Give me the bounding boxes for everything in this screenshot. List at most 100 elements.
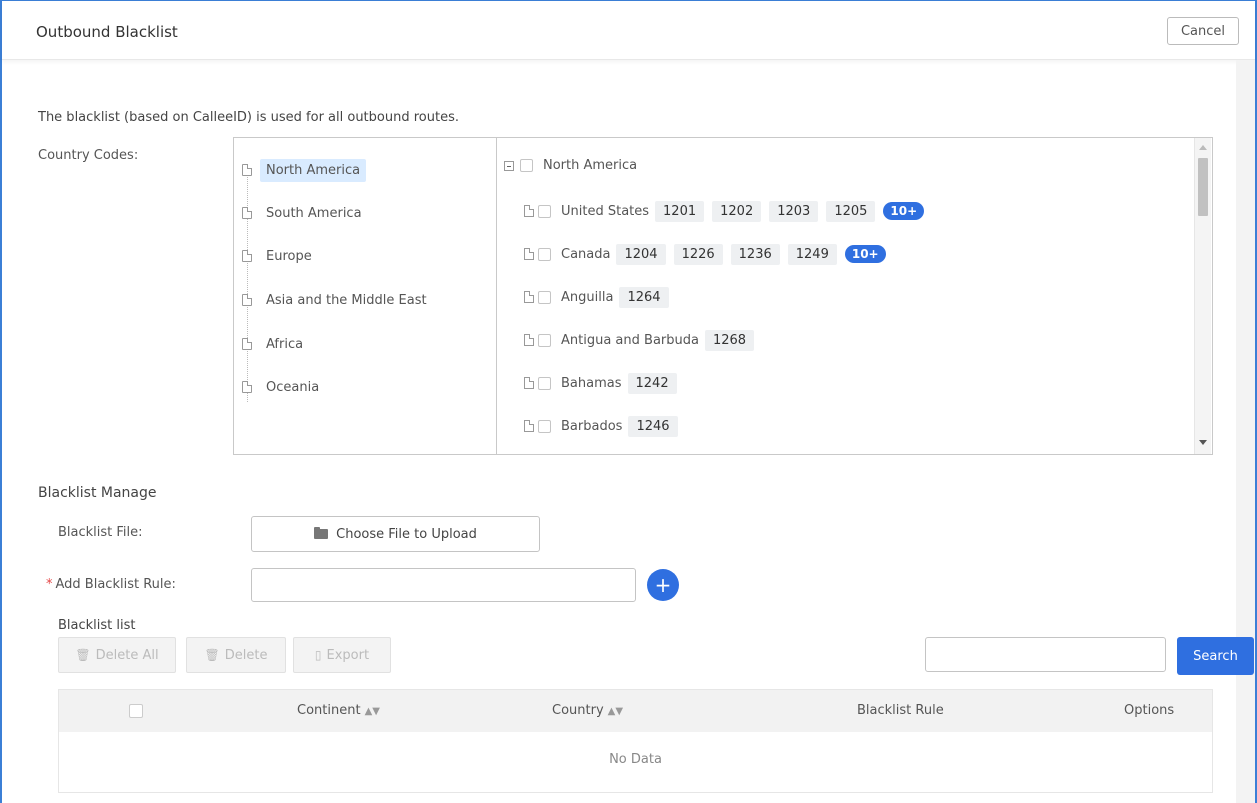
- folder-icon: [314, 527, 329, 539]
- country-checkbox[interactable]: [538, 419, 551, 433]
- code-tag: 1249: [787, 243, 837, 265]
- continent-item-oceania[interactable]: Oceania: [242, 370, 325, 404]
- table-header: Continent ▲▼ Country ▲▼ Blacklist Rule Opt…: [59, 690, 1212, 732]
- code-tag: 1201: [655, 200, 705, 222]
- blacklist-list-label: Blacklist list: [58, 618, 136, 633]
- column-label: Continent: [297, 703, 361, 718]
- country-checkbox[interactable]: [538, 247, 551, 261]
- delete-label: Delete: [224, 647, 268, 663]
- required-mark: *: [46, 577, 53, 592]
- column-options: Options: [1124, 703, 1175, 718]
- delete-all-label: Delete All: [95, 647, 159, 663]
- country-codes-tree: North America South America Europe Asia …: [233, 137, 1213, 455]
- continent-label: Africa: [266, 336, 304, 352]
- country-row-antigua-and-barbuda: Antigua and Barbuda 1268: [524, 327, 762, 353]
- country-name: Antigua and Barbuda: [561, 332, 699, 348]
- tree-root-label: North America: [543, 158, 638, 173]
- search-input[interactable]: [925, 637, 1166, 672]
- dialog-header: Outbound Blacklist Cancel: [2, 1, 1255, 60]
- country-name: Anguilla: [561, 289, 614, 305]
- file-icon: [242, 381, 252, 393]
- add-rule-button[interactable]: +: [647, 569, 679, 601]
- column-country[interactable]: Country ▲▼: [552, 703, 623, 718]
- more-codes-badge[interactable]: 10+: [883, 202, 925, 220]
- choose-file-button[interactable]: Choose File to Upload: [251, 516, 540, 552]
- sort-icon[interactable]: ▲▼: [365, 706, 380, 717]
- page-scroll-track[interactable]: [1236, 60, 1255, 803]
- continent-item-asia[interactable]: Asia and the Middle East: [242, 283, 433, 317]
- continent-label: Asia and the Middle East: [266, 292, 427, 308]
- country-checkbox[interactable]: [538, 204, 551, 218]
- file-icon: [242, 164, 252, 176]
- delete-button[interactable]: 🗑 Delete: [186, 637, 286, 673]
- file-icon: [242, 250, 252, 262]
- country-row-bahamas: Bahamas 1242: [524, 370, 685, 396]
- scroll-up-arrow-icon[interactable]: [1199, 145, 1207, 150]
- search-button[interactable]: Search: [1177, 637, 1254, 675]
- export-button[interactable]: ▯ Export: [293, 637, 391, 673]
- country-row-united-states: United States 1201 1202 1203 1205 10+: [524, 198, 925, 224]
- collapse-icon[interactable]: [504, 160, 514, 171]
- file-icon: [524, 291, 534, 303]
- code-tag: 1236: [730, 243, 780, 265]
- country-row-canada: Canada 1204 1226 1236 1249 10+: [524, 241, 886, 267]
- country-name: United States: [561, 203, 650, 219]
- dialog-title: Outbound Blacklist: [36, 23, 178, 41]
- code-tag: 1226: [673, 243, 723, 265]
- continent-label: South America: [266, 205, 362, 221]
- select-all-checkbox[interactable]: [520, 159, 533, 172]
- continent-list: North America South America Europe Asia …: [234, 138, 497, 454]
- code-tag: 1205: [826, 200, 876, 222]
- sort-icon[interactable]: ▲▼: [608, 706, 623, 717]
- choose-file-label: Choose File to Upload: [336, 526, 477, 542]
- blacklist-manage-title: Blacklist Manage: [38, 485, 157, 501]
- country-checkbox[interactable]: [538, 290, 551, 304]
- file-icon: [524, 334, 534, 346]
- file-icon: [524, 420, 534, 432]
- blacklist-description: The blacklist (based on CalleeID) is use…: [38, 110, 459, 125]
- code-tag: 1202: [712, 200, 762, 222]
- file-icon: [524, 248, 534, 260]
- code-tag: 1203: [769, 200, 819, 222]
- delete-all-button[interactable]: 🗑 Delete All: [58, 637, 176, 673]
- code-tag: 1268: [704, 329, 755, 351]
- country-checkbox[interactable]: [538, 376, 551, 390]
- cancel-button[interactable]: Cancel: [1167, 17, 1239, 45]
- country-tree: North America United States 1201 1202 12…: [496, 138, 1212, 454]
- code-tag: 1204: [616, 243, 666, 265]
- continent-label: Europe: [266, 248, 312, 264]
- blacklist-rule-input[interactable]: [251, 568, 636, 602]
- file-icon: [242, 207, 252, 219]
- country-name: Canada: [561, 246, 611, 262]
- more-codes-badge[interactable]: 10+: [844, 245, 886, 263]
- tree-scrollbar[interactable]: [1194, 138, 1211, 454]
- frame-left-border: [0, 0, 2, 803]
- continent-item-south-america[interactable]: South America: [242, 196, 368, 230]
- file-icon: [524, 377, 534, 389]
- add-blacklist-rule-label: * Add Blacklist Rule:: [46, 577, 176, 592]
- column-blacklist-rule: Blacklist Rule: [857, 703, 944, 718]
- continent-item-europe[interactable]: Europe: [242, 239, 318, 273]
- country-row-barbados: Barbados 1246: [524, 413, 686, 439]
- scroll-thumb[interactable]: [1198, 158, 1208, 216]
- code-tag: 1242: [627, 372, 677, 394]
- continent-label: Oceania: [266, 379, 320, 395]
- code-tag: 1246: [628, 415, 678, 437]
- country-checkbox[interactable]: [538, 333, 551, 347]
- trash-icon: 🗑: [75, 648, 91, 662]
- file-icon: [242, 338, 252, 350]
- rule-label-text: Add Blacklist Rule:: [55, 577, 176, 592]
- select-all-rows-checkbox[interactable]: [129, 704, 143, 718]
- tree-root-north-america: North America: [504, 158, 637, 173]
- continent-item-africa[interactable]: Africa: [242, 327, 309, 361]
- continent-item-north-america[interactable]: North America: [242, 153, 367, 187]
- scroll-down-arrow-icon[interactable]: [1199, 440, 1207, 445]
- country-name: Barbados: [561, 418, 623, 434]
- blacklist-table: Continent ▲▼ Country ▲▼ Blacklist Rule Opt…: [58, 689, 1213, 793]
- country-row-anguilla: Anguilla 1264: [524, 284, 677, 310]
- column-label: Country: [552, 703, 604, 718]
- file-icon: [524, 205, 534, 217]
- trash-icon: 🗑: [204, 648, 220, 662]
- blacklist-file-label: Blacklist File:: [58, 525, 143, 540]
- column-continent[interactable]: Continent ▲▼: [297, 703, 380, 718]
